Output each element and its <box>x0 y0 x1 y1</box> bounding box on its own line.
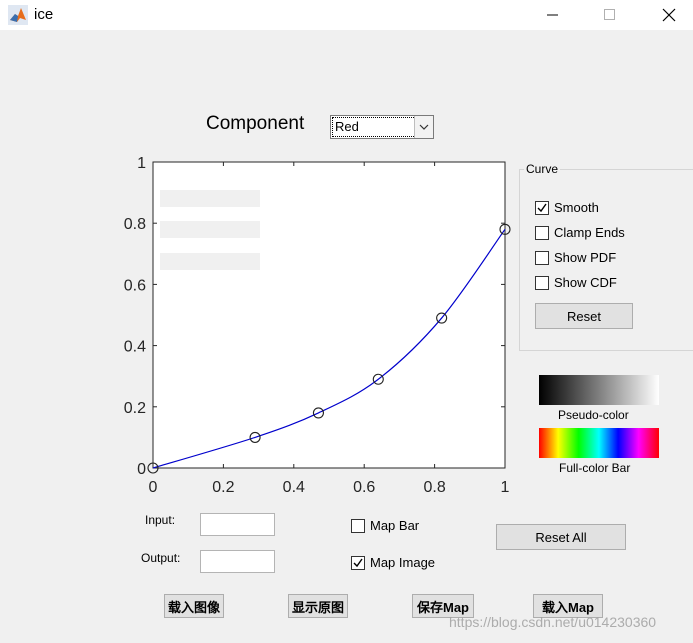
show-pdf-checkbox[interactable]: Show PDF <box>535 250 616 265</box>
plot-placeholder-bar <box>160 253 260 270</box>
map-image-checkbox[interactable]: Map Image <box>351 555 435 570</box>
y-tick-label: 1 <box>137 155 146 172</box>
curve-group-title: Curve <box>524 162 561 176</box>
full-color-label: Full-color Bar <box>559 461 631 475</box>
checkbox-box[interactable] <box>535 200 549 215</box>
y-tick-label: 0.6 <box>124 277 146 294</box>
checkbox-label: Clamp Ends <box>554 225 625 240</box>
reset-button[interactable]: Reset <box>535 303 633 329</box>
load-image-button[interactable]: 载入图像 <box>164 594 224 618</box>
map-bar-checkbox[interactable]: Map Bar <box>351 518 419 533</box>
x-tick-label: 0 <box>149 479 158 496</box>
plot-placeholder-bar <box>160 221 260 238</box>
watermark: https://blog.csdn.net/u014230360 <box>449 614 657 630</box>
x-tick-label: 0.4 <box>283 479 305 496</box>
checkbox-box[interactable] <box>535 250 549 265</box>
checkbox-box[interactable] <box>535 225 549 240</box>
input-field[interactable] <box>200 513 275 536</box>
x-tick-label: 0.6 <box>353 479 375 496</box>
checkbox-label: Smooth <box>554 200 599 215</box>
clamp-ends-checkbox[interactable]: Clamp Ends <box>535 225 625 240</box>
checkbox-label: Show PDF <box>554 250 617 265</box>
x-tick-label: 1 <box>501 479 510 496</box>
checkbox-label: Map Bar <box>370 518 420 533</box>
y-tick-label: 0 <box>137 461 146 478</box>
smooth-checkbox[interactable]: Smooth <box>535 200 599 215</box>
checkbox-label: Map Image <box>370 555 436 570</box>
pseudo-color-label: Pseudo-color <box>558 408 629 422</box>
y-tick-label: 0.4 <box>124 339 146 356</box>
output-field[interactable] <box>200 550 275 573</box>
x-tick-label: 0.8 <box>423 479 445 496</box>
show-cdf-checkbox[interactable]: Show CDF <box>535 275 617 290</box>
y-tick-label: 0.2 <box>124 400 146 417</box>
output-label: Output: <box>141 551 181 565</box>
plot-placeholder-bar <box>160 190 260 207</box>
checkbox-box[interactable] <box>535 275 549 290</box>
input-label: Input: <box>145 513 176 527</box>
y-tick-label: 0.8 <box>124 216 146 233</box>
checkbox-box[interactable] <box>351 555 365 570</box>
check-icon <box>353 558 363 567</box>
show-original-button[interactable]: 显示原图 <box>288 594 348 618</box>
checkbox-box[interactable] <box>351 518 365 533</box>
full-color-bar[interactable] <box>539 428 659 458</box>
pseudo-color-bar[interactable] <box>539 375 659 405</box>
check-icon <box>537 203 547 212</box>
reset-all-button[interactable]: Reset All <box>496 524 626 550</box>
checkbox-label: Show CDF <box>554 275 617 290</box>
x-tick-label: 0.2 <box>212 479 234 496</box>
plot-area[interactable] <box>152 161 506 469</box>
